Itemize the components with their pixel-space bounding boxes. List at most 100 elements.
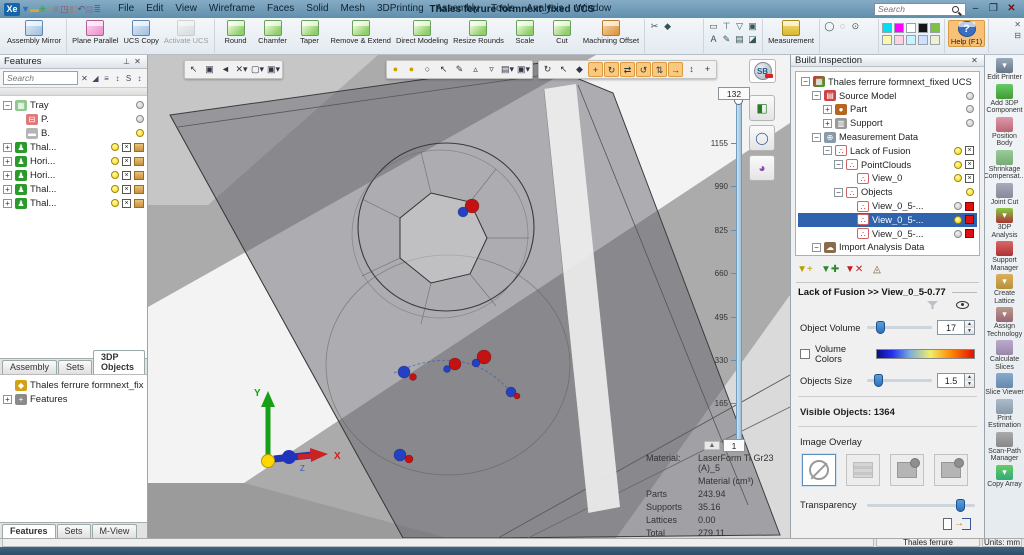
defect-dot[interactable] xyxy=(398,366,410,378)
inspection-tree-row[interactable]: −∴CT Scan xyxy=(798,254,977,256)
defect-dot[interactable] xyxy=(394,449,406,461)
filter-icon[interactable] xyxy=(927,301,938,309)
defect-dot[interactable] xyxy=(405,455,413,463)
object-volume-value[interactable]: 17 xyxy=(937,320,965,335)
close-icon[interactable]: ✕ xyxy=(969,56,980,65)
checkbox-icon[interactable]: × xyxy=(122,143,131,152)
inspection-tree-row[interactable]: ∴View_0_5-... xyxy=(798,199,977,213)
defect-dot[interactable] xyxy=(514,393,520,399)
objects-size-spinner[interactable]: 1.5 ▲▼ xyxy=(937,373,975,388)
inspection-tree-row[interactable]: ∴View_0_5-... xyxy=(798,227,977,241)
exit-icon[interactable] xyxy=(962,518,971,530)
defect-dot[interactable] xyxy=(472,359,480,367)
viewport-tool-icon[interactable]: ▣ xyxy=(202,62,217,77)
sort-icon[interactable]: S xyxy=(124,74,133,83)
checkbox-icon[interactable]: × xyxy=(122,185,131,194)
bulb-on-icon[interactable] xyxy=(111,185,119,193)
inspection-action-icon-2[interactable]: ▼✚ xyxy=(821,263,837,277)
ribbon-button-help-f1-[interactable]: ?Help (F1) xyxy=(948,20,985,47)
bulb-off-icon[interactable] xyxy=(966,92,974,100)
visibility-eye-icon[interactable] xyxy=(956,301,969,309)
toolbar-item-slice-viewer[interactable]: Slice Viewer xyxy=(985,373,1024,397)
toolbar-item-edit-printer[interactable]: ▾Edit Printer xyxy=(985,58,1024,82)
menu-view[interactable]: View xyxy=(169,0,203,18)
inspection-tree-row[interactable]: −∴Objects xyxy=(798,185,977,199)
slider-top-value[interactable]: 132 xyxy=(718,87,750,100)
objects-tree-row[interactable]: ++Features xyxy=(0,392,147,406)
ribbon-button-cut[interactable]: Cut xyxy=(544,20,580,45)
inspection-action-icon-1[interactable]: ▼+ xyxy=(797,263,813,277)
bulb-off-icon[interactable] xyxy=(136,115,144,123)
tool-icon[interactable]: ⊤ xyxy=(720,20,733,32)
ribbon-button-measurement[interactable]: Measurement xyxy=(766,20,816,45)
tool-icon[interactable]: ▭ xyxy=(707,20,720,32)
inspection-action-icon-4[interactable]: ◬ xyxy=(869,263,885,277)
undo-icon[interactable]: ↶ xyxy=(77,4,85,14)
feature-tree-row[interactable]: +♟Hori...× xyxy=(0,154,147,168)
toolbar-item-scan-path-manager[interactable]: Scan-Path Manager xyxy=(985,432,1024,463)
overlay-button-slice-image[interactable] xyxy=(846,454,880,486)
inspection-tree-row[interactable]: ∴View_0× xyxy=(798,172,977,186)
toolbar-item-calculate-slices[interactable]: Calculate Slices xyxy=(985,340,1024,371)
tool-icon[interactable]: ◆ xyxy=(661,20,674,32)
collapse-chevron-icon[interactable]: ▲ xyxy=(704,441,720,450)
viewport-tool-icon[interactable]: + xyxy=(700,62,715,77)
viewport-tool-icon[interactable]: ▣▾ xyxy=(266,62,281,77)
inspection-tree-row[interactable]: −⊕Measurement Data xyxy=(798,130,977,144)
expander-icon[interactable]: − xyxy=(823,146,832,155)
bulb-on-icon[interactable] xyxy=(954,147,962,155)
restore-button[interactable]: ❐ xyxy=(985,1,1002,17)
inspection-action-icon-3[interactable]: ▼✕ xyxy=(845,263,861,277)
toolbar-item-create-lattice[interactable]: ▾Create Lattice xyxy=(985,274,1024,305)
viewport-tool-icon[interactable]: ○ xyxy=(420,62,435,77)
tool-icon[interactable]: ▤ xyxy=(733,33,746,45)
tool-icon[interactable]: ◯ xyxy=(823,20,836,32)
spin-down-icon[interactable]: ▼ xyxy=(965,328,974,335)
expander-icon[interactable]: + xyxy=(3,143,12,152)
viewport-tool-icon[interactable]: ● xyxy=(404,62,419,77)
expander-icon[interactable]: − xyxy=(834,160,843,169)
object-volume-slider[interactable] xyxy=(867,326,932,329)
bulb-on-icon[interactable] xyxy=(954,174,962,182)
solid-box-icon[interactable] xyxy=(134,185,144,194)
bulb-on-icon[interactable] xyxy=(966,188,974,196)
inspection-tree-row[interactable]: +▥Support xyxy=(798,116,977,130)
viewport-tool-icon[interactable]: ● xyxy=(388,62,403,77)
search-icon[interactable] xyxy=(952,6,959,13)
tab-sets[interactable]: Sets xyxy=(57,524,91,538)
solid-box-icon[interactable] xyxy=(134,143,144,152)
toolbar-item-3dp-analysis[interactable]: ▾3DP Analysis xyxy=(985,208,1024,239)
ribbon-button-resize-rounds[interactable]: Resize Rounds xyxy=(451,20,506,45)
viewport-3d[interactable]: Y X Z ↖▣◄✕▾▢▾▣▾●●○↖✎▵▿▤▾▣▾↻↖◆+↻⇄↺⇅→↕+ SB… xyxy=(148,55,790,538)
status-badge[interactable]: SB xyxy=(749,59,776,83)
expander-icon[interactable]: + xyxy=(823,119,832,128)
feature-tree-row[interactable]: ⊟P. xyxy=(0,112,147,126)
ribbon-button-assembly-mirror[interactable]: Assembly Mirror xyxy=(5,20,63,45)
expander-icon[interactable]: − xyxy=(812,91,821,100)
bulb-on-icon[interactable] xyxy=(111,171,119,179)
viewport-tool-icon[interactable]: ▵ xyxy=(468,62,483,77)
bulb-off-icon[interactable] xyxy=(136,101,144,109)
checkbox-icon[interactable]: × xyxy=(965,146,974,155)
expander-icon[interactable]: + xyxy=(3,199,12,208)
expander-icon[interactable]: + xyxy=(3,185,12,194)
viewport-tool-icon[interactable]: ↻ xyxy=(604,62,619,77)
tab-features[interactable]: Features xyxy=(2,524,56,538)
toolbar-item-shrinkage-compensat-[interactable]: Shrinkage Compensat... xyxy=(985,150,1024,181)
viewport-tool-icon[interactable]: ⇄ xyxy=(620,62,635,77)
sort-icon[interactable]: ◢ xyxy=(91,74,100,83)
tool-icon[interactable]: ✂ xyxy=(648,20,661,32)
inspection-tree-row[interactable]: −∴PointClouds× xyxy=(798,158,977,172)
inspection-tree-row[interactable]: −▤Source Model xyxy=(798,89,977,103)
viewport-tool-icon[interactable]: ↖ xyxy=(436,62,451,77)
list-icon[interactable]: ≣ xyxy=(94,4,102,14)
bulb-off-icon[interactable] xyxy=(954,230,962,238)
checkbox-icon[interactable]: × xyxy=(965,160,974,169)
ribbon-button-chamfer[interactable]: Chamfer xyxy=(255,20,291,45)
menu-file[interactable]: File xyxy=(112,0,140,18)
color-swatch-red[interactable] xyxy=(965,202,974,211)
defect-dot[interactable] xyxy=(449,358,461,370)
menu-window[interactable]: Window xyxy=(570,0,618,18)
menu-wireframe[interactable]: Wireframe xyxy=(203,0,261,18)
expander-icon[interactable]: − xyxy=(3,101,12,110)
